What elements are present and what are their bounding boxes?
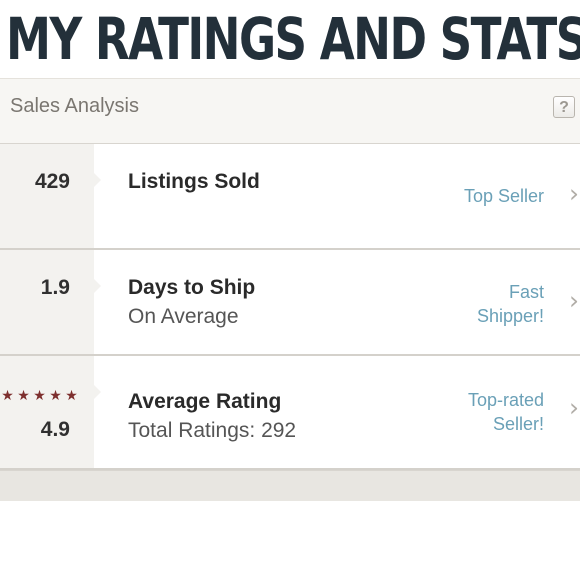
listings-sold-label: Listings Sold [128,170,260,193]
average-rating-value: 4.9 [40,418,70,441]
page-title: MY RATINGS AND STATS [6,5,580,73]
rating-stars: ★ ★ ★ ★ ★ [0,387,79,403]
star-icon: ★ [1,387,14,403]
days-to-ship-value: 1.9 [40,276,70,299]
fast-shipper-badge: Fast Shipper! [434,280,544,328]
days-to-ship-label: Days to Ship [128,276,256,299]
metric-column: 1.9 [0,250,101,354]
star-icon: ★ [49,387,62,403]
stat-row-listings-sold[interactable]: 429 Listings Sold Top Seller › [0,144,580,250]
metric-column: ★ ★ ★ ★ ★ 4.9 [0,356,101,468]
average-sublabel: On Average [128,305,239,328]
total-ratings-label: Total Ratings: 292 [128,419,297,442]
badge-line: Top-rated [467,390,544,410]
panel-header: Sales Analysis ? [0,79,580,144]
star-icon: ★ [17,387,30,403]
star-icon: ★ [65,387,78,403]
stat-row-average-rating[interactable]: ★ ★ ★ ★ ★ 4.9 Average Rating Total Ratin… [0,356,580,470]
listings-sold-count: 429 [34,170,70,193]
top-rated-seller-badge: Top-rated Seller! [434,388,544,436]
stat-row-days-to-ship[interactable]: 1.9 Days to Ship On Average Fast Shipper… [0,250,580,356]
panel-footer [0,470,580,501]
panel-title: Sales Analysis [10,95,139,117]
blank-area [0,501,580,579]
chevron-right-icon[interactable]: › [569,395,580,420]
star-icon: ★ [33,387,46,403]
ratings-stats-screen: MY RATINGS AND STATS Sales Analysis ? 42… [0,0,580,579]
metric-column: 429 [0,144,101,248]
badge-line: Fast [508,282,544,302]
header-banner: MY RATINGS AND STATS [0,0,580,78]
badge-line: Top Seller [463,186,544,206]
chevron-right-icon[interactable]: › [569,288,580,313]
help-button[interactable]: ? [553,96,575,118]
question-mark-icon: ? [559,99,569,116]
badge-line: Seller! [492,414,544,434]
sales-analysis-panel: Sales Analysis ? 429 Listings Sold Top S… [0,78,580,501]
chevron-right-icon[interactable]: › [569,181,580,206]
badge-line: Shipper! [476,306,544,326]
top-seller-badge: Top Seller [434,184,544,208]
average-rating-label: Average Rating [128,390,282,413]
